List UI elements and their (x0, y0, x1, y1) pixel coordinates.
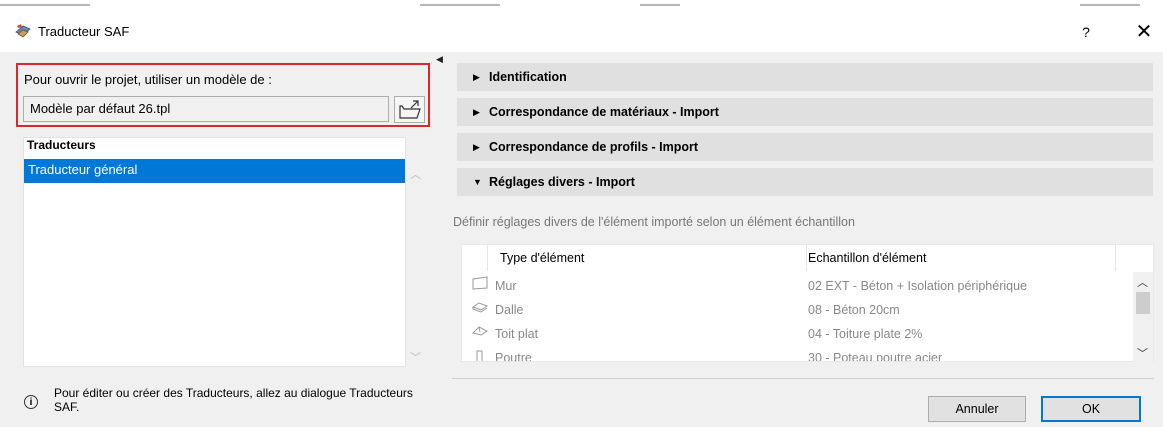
table-row[interactable]: Mur 02 EXT - Béton + Isolation périphéri… (462, 273, 1134, 297)
ok-button[interactable]: OK (1041, 396, 1141, 422)
expand-triangle-icon: ▶ (473, 107, 480, 117)
slab-icon (471, 302, 489, 313)
help-button[interactable]: ? (1072, 18, 1100, 46)
expand-triangle-icon: ▶ (473, 142, 480, 152)
row-type: Poutre (495, 351, 532, 362)
table-scroll-up-icon[interactable]: ︿ (1137, 274, 1148, 290)
info-icon: i (24, 395, 38, 409)
browse-template-button[interactable] (394, 96, 425, 123)
section-material-mapping[interactable]: ▶ Correspondance de matériaux - Import (457, 98, 1153, 126)
window-title: Traducteur SAF (38, 24, 130, 39)
element-sample-table[interactable]: Type d'élément Echantillon d'élément Mur… (461, 244, 1154, 362)
row-type: Dalle (495, 303, 524, 317)
wall-icon (472, 276, 488, 290)
section-label: Correspondance de matériaux - Import (489, 105, 719, 119)
cancel-button[interactable]: Annuler (928, 396, 1026, 422)
collapse-panel-icon[interactable]: ◀ (436, 54, 443, 65)
template-label: Pour ouvrir le projet, utiliser un modèl… (24, 72, 272, 87)
row-sample: 08 - Béton 20cm (808, 303, 900, 317)
column-header-sample[interactable]: Echantillon d'élément (808, 245, 1116, 271)
saf-app-icon (15, 24, 31, 38)
collapse-triangle-icon: ▼ (473, 177, 482, 187)
footer-divider (452, 378, 1154, 379)
section-profile-mapping[interactable]: ▶ Correspondance de profils - Import (457, 133, 1153, 161)
list-scroll-up-icon[interactable]: ︿ (410, 166, 421, 182)
list-scroll-down-icon[interactable]: ﹀ (410, 349, 421, 365)
table-scroll-down-icon[interactable]: ﹀ (1137, 345, 1148, 361)
close-button[interactable]: ✕ (1130, 18, 1158, 46)
info-text: Pour éditer ou créer des Traducteurs, al… (54, 386, 413, 414)
misc-description: Définir réglages divers de l'élément imp… (453, 215, 855, 229)
section-identification[interactable]: ▶ Identification (457, 63, 1153, 91)
row-type: Mur (495, 279, 517, 293)
section-label: Réglages divers - Import (489, 175, 635, 189)
background-strip (0, 0, 1163, 10)
row-type: Toit plat (495, 327, 539, 341)
translators-header: Traducteurs (27, 138, 96, 152)
open-folder-icon (399, 100, 421, 119)
translator-item-general[interactable]: Traducteur général (24, 159, 405, 183)
row-sample: 02 EXT - Béton + Isolation périphérique (808, 279, 1028, 293)
section-label: Identification (489, 70, 567, 84)
table-scroll-thumb[interactable] (1136, 292, 1150, 314)
table-row[interactable]: Toit plat 04 - Toiture plate 2% (462, 321, 1134, 345)
row-sample: 30 - Poteau poutre acier (808, 351, 943, 362)
table-row[interactable]: Poutre 30 - Poteau poutre acier (462, 345, 1134, 362)
section-label: Correspondance de profils - Import (489, 140, 699, 154)
title-bar (0, 10, 1163, 52)
section-misc-settings[interactable]: ▼ Réglages divers - Import (457, 168, 1153, 196)
row-sample: 04 - Toiture plate 2% (808, 327, 923, 341)
template-field[interactable]: Modèle par défaut 26.tpl (23, 96, 389, 122)
table-row[interactable]: Dalle 08 - Béton 20cm (462, 297, 1134, 321)
expand-triangle-icon: ▶ (473, 72, 480, 82)
column-header-type[interactable]: Type d'élément (487, 245, 807, 271)
beam-icon (476, 350, 483, 361)
flat-roof-icon (472, 326, 488, 336)
